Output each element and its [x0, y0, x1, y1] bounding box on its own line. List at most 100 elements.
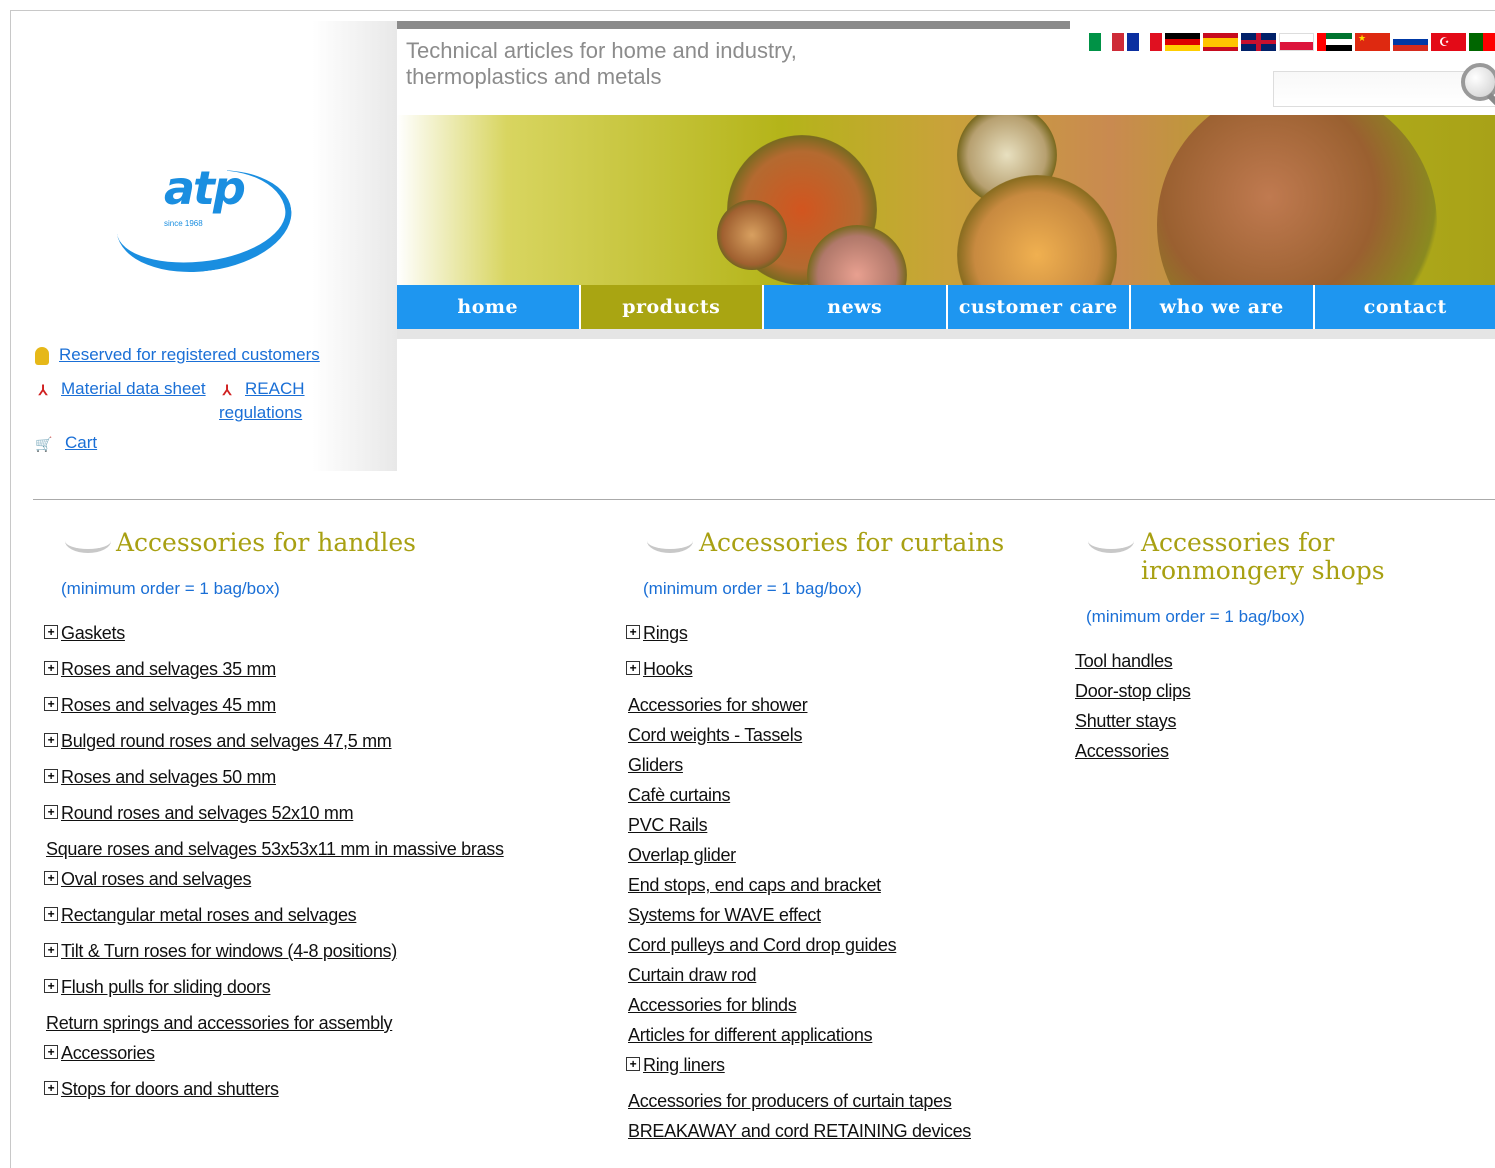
list-item[interactable]: Tool handles	[1073, 651, 1491, 681]
cart-row: 🛒 Cart	[35, 433, 395, 453]
expand-icon[interactable]: +	[44, 979, 58, 993]
pdf-icon: ⅄	[222, 381, 232, 398]
column-title: Accessories for ironmongery shops	[1141, 528, 1385, 585]
reach-cell: ⅄ REACH regulations	[219, 377, 339, 433]
list-item[interactable]: Accessories	[1073, 741, 1491, 771]
nav-contact[interactable]: contact	[1315, 285, 1495, 329]
list-item[interactable]: End stops, end caps and bracket	[626, 875, 1043, 905]
expand-icon[interactable]: +	[44, 1081, 58, 1095]
nav-news[interactable]: news	[764, 285, 948, 329]
expand-icon[interactable]: +	[44, 907, 58, 921]
logo-since: since 1968	[164, 219, 203, 228]
list-item[interactable]: + Ring liners	[626, 1055, 1043, 1091]
expand-icon[interactable]: +	[44, 805, 58, 819]
list-item[interactable]: Gliders	[626, 755, 1043, 785]
list-item-label: Ring liners	[643, 1055, 725, 1075]
list-item[interactable]: + Round roses and selvages 52x10 mm	[44, 803, 601, 839]
search-icon[interactable]	[1461, 63, 1495, 101]
list-item[interactable]: + Bulged round roses and selvages 47,5 mm	[44, 731, 601, 767]
list-item[interactable]: Cord pulleys and Cord drop guides	[626, 935, 1043, 965]
list-item[interactable]: + Roses and selvages 45 mm	[44, 695, 601, 731]
list-item[interactable]: Return springs and accessories for assem…	[44, 1013, 601, 1043]
france-flag[interactable]	[1127, 33, 1163, 51]
list-item-label: Return springs and accessories for assem…	[46, 1013, 393, 1033]
list-item[interactable]: Shutter stays	[1073, 711, 1491, 741]
list-item[interactable]: Curtain draw rod	[626, 965, 1043, 995]
list-item[interactable]: Articles for different applications	[626, 1025, 1043, 1055]
cart-link[interactable]: Cart	[65, 433, 97, 452]
expand-icon[interactable]: +	[626, 1057, 640, 1071]
list-item[interactable]: + Roses and selvages 35 mm	[44, 659, 601, 695]
gear-icon	[717, 200, 787, 270]
list-item[interactable]: Accessories for producers of curtain tap…	[626, 1091, 1043, 1121]
column-title: Accessories for handles	[116, 528, 417, 557]
list-item[interactable]: BREAKAWAY and cord RETAINING devices	[626, 1121, 1043, 1151]
list-item[interactable]: + Roses and selvages 50 mm	[44, 767, 601, 803]
material-cell: ⅄ Material data sheet	[35, 377, 219, 433]
portugal-flag[interactable]	[1469, 33, 1495, 51]
nav-customer-care[interactable]: customer care	[948, 285, 1131, 329]
handles-list: + Gaskets + Roses and selvages 35 mm + Roses …	[44, 623, 601, 1115]
divider	[33, 499, 1495, 500]
expand-icon[interactable]: +	[44, 1045, 58, 1059]
list-item[interactable]: + Tilt & Turn roses for windows (4-8 posi…	[44, 941, 601, 977]
list-item[interactable]: + Oval roses and selvages	[44, 869, 601, 905]
list-item-label: Tilt & Turn roses for windows (4-8 posit…	[61, 941, 397, 961]
nav-who-we-are[interactable]: who we are	[1131, 285, 1315, 329]
uk-flag[interactable]	[1241, 33, 1276, 51]
expand-icon[interactable]: +	[626, 661, 640, 675]
list-item[interactable]: + Rings	[626, 623, 1043, 659]
registered-customers-link[interactable]: Reserved for registered customers	[59, 345, 320, 364]
list-item-label: Accessories for shower	[628, 695, 808, 715]
list-item[interactable]: + Rectangular metal roses and selvages	[44, 905, 601, 941]
list-item-label: Accessories	[61, 1043, 155, 1063]
list-item[interactable]: + Accessories	[44, 1043, 601, 1079]
germany-flag[interactable]	[1165, 33, 1200, 51]
poland-flag[interactable]	[1279, 33, 1314, 51]
china-flag[interactable]: ★	[1355, 33, 1390, 51]
material-data-sheet-link[interactable]: Material data sheet	[61, 379, 206, 398]
list-item[interactable]: Overlap glider	[626, 845, 1043, 875]
expand-icon[interactable]: +	[626, 625, 640, 639]
expand-icon[interactable]: +	[44, 769, 58, 783]
list-item-label: Flush pulls for sliding doors	[61, 977, 271, 997]
list-item[interactable]: Door-stop clips	[1073, 681, 1491, 711]
list-item[interactable]: Square roses and selvages 53x53x11 mm in…	[44, 839, 601, 869]
expand-icon[interactable]: +	[44, 625, 58, 639]
column-curtains: Accessories for curtains (minimum order …	[626, 529, 1043, 1151]
expand-icon[interactable]: +	[44, 871, 58, 885]
cart-icon: 🛒	[35, 435, 53, 452]
list-item-label: End stops, end caps and bracket	[628, 875, 881, 895]
list-item-label: Gliders	[628, 755, 683, 775]
list-item[interactable]: Accessories for blinds	[626, 995, 1043, 1025]
list-item[interactable]: + Gaskets	[44, 623, 601, 659]
minimum-order-note: (minimum order = 1 bag/box)	[61, 579, 280, 598]
expand-icon[interactable]: +	[44, 661, 58, 675]
page: atp since 1968 Technical articles for ho…	[10, 10, 1495, 1168]
language-flags: ★ ☪	[1089, 33, 1495, 51]
uae-flag[interactable]	[1317, 33, 1352, 51]
list-item-label: Tool handles	[1075, 651, 1173, 671]
atp-logo[interactable]: atp since 1968	[109, 151, 299, 283]
list-item[interactable]: + Hooks	[626, 659, 1043, 695]
italy-flag[interactable]	[1089, 33, 1125, 51]
russia-flag[interactable]	[1393, 33, 1428, 51]
list-item[interactable]: + Stops for doors and shutters	[44, 1079, 601, 1115]
swoosh-decor	[65, 529, 111, 553]
list-item-label: Roses and selvages 35 mm	[61, 659, 276, 679]
expand-icon[interactable]: +	[44, 943, 58, 957]
list-item[interactable]: Cafè curtains	[626, 785, 1043, 815]
list-item-label: Systems for WAVE effect	[628, 905, 821, 925]
list-item[interactable]: Cord weights - Tassels	[626, 725, 1043, 755]
spain-flag[interactable]	[1203, 33, 1238, 51]
list-item-label: Hooks	[643, 659, 693, 679]
turkey-flag[interactable]: ☪	[1431, 33, 1466, 51]
pdf-icon: ⅄	[38, 381, 48, 398]
list-item[interactable]: + Flush pulls for sliding doors	[44, 977, 601, 1013]
list-item[interactable]: PVC Rails	[626, 815, 1043, 845]
list-item[interactable]: Systems for WAVE effect	[626, 905, 1043, 935]
list-item[interactable]: Accessories for shower	[626, 695, 1043, 725]
expand-icon[interactable]: +	[44, 733, 58, 747]
nav-home[interactable]: home	[397, 285, 581, 329]
expand-icon[interactable]: +	[44, 697, 58, 711]
